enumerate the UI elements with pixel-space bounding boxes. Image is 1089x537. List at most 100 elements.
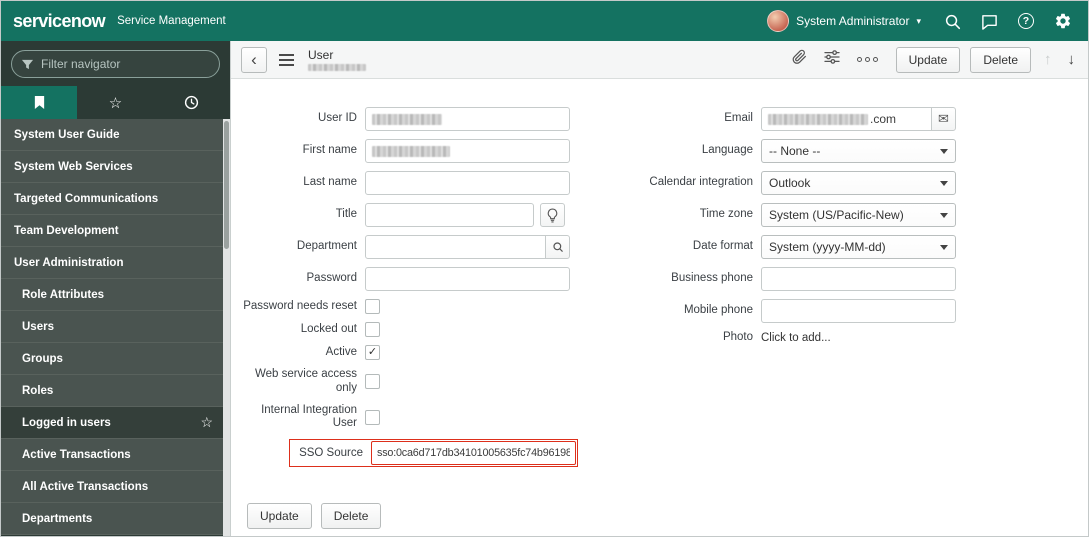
clock-icon (185, 95, 199, 110)
reference-lookup-button[interactable] (545, 235, 570, 259)
sidebar-item-system-user-guide[interactable]: System User Guide (1, 119, 223, 151)
language-select[interactable]: -- None -- (761, 139, 956, 163)
redacted-value (372, 145, 450, 157)
back-button[interactable]: ‹ (241, 46, 267, 73)
update-button[interactable]: Update (895, 46, 961, 73)
password-needs-reset-checkbox[interactable] (365, 299, 380, 314)
field-label-email: Email (724, 112, 753, 125)
web-service-access-only-checkbox[interactable] (365, 374, 380, 390)
tab-favorites[interactable]: ☆ (77, 86, 153, 119)
field-label-time-zone: Time zone (699, 208, 753, 221)
department-input[interactable] (365, 235, 546, 259)
redacted-value (372, 113, 442, 125)
footer-update-button[interactable]: Update (247, 503, 312, 529)
sidebar-item-label: Groups (22, 352, 63, 365)
sidebar-item-label: System User Guide (14, 128, 120, 141)
selected-value: System (yyyy-MM-dd) (769, 240, 886, 254)
chevron-left-icon: ‹ (251, 50, 257, 69)
envelope-icon: ✉ (938, 111, 949, 126)
last-name-input[interactable] (365, 171, 570, 195)
field-label-active: Active (325, 345, 357, 358)
navigator-menu: System User Guide System Web Services Ta… (1, 119, 223, 536)
selected-value: Outlook (769, 176, 811, 190)
form-toolbar: ‹ User Update Delete ↑ ↓ (231, 41, 1088, 79)
record-type-title: User (308, 47, 334, 62)
paperclip-icon[interactable] (792, 49, 807, 70)
redacted-record-name (308, 63, 366, 71)
top-banner: servicenow Service Management System Adm… (1, 1, 1088, 41)
sidebar-item-roles[interactable]: Roles (1, 375, 223, 407)
sidebar-item-label: All Active Transactions (22, 480, 149, 493)
help-icon[interactable]: ? (1017, 12, 1035, 30)
suggestion-button[interactable] (540, 203, 565, 227)
field-label-last-name: Last name (303, 176, 357, 189)
email-suffix: .com (870, 112, 897, 126)
field-label-password-needs-reset: Password needs reset (243, 299, 357, 312)
sidebar-item-label: Departments (22, 512, 93, 525)
sidebar-item-users[interactable]: Users (1, 311, 223, 343)
sso-source-input[interactable] (371, 441, 576, 466)
sidebar-item-groups[interactable]: Groups (1, 343, 223, 375)
title-input[interactable] (365, 203, 534, 227)
field-label-mobile-phone: Mobile phone (683, 304, 753, 317)
magnifier-icon (552, 242, 563, 252)
sidebar-scrollbar[interactable] (223, 119, 230, 536)
sidebar-item-label: Users (22, 320, 54, 333)
next-record-icon[interactable]: ↓ (1065, 51, 1079, 68)
product-title: Service Management (117, 15, 226, 27)
lightbulb-icon (547, 208, 558, 222)
filter-icon (21, 59, 34, 70)
sidebar-item-targeted-communications[interactable]: Targeted Communications (1, 183, 223, 215)
email-input[interactable]: .com (761, 107, 932, 131)
first-name-input[interactable] (365, 139, 570, 163)
date-format-select[interactable]: System (yyyy-MM-dd) (761, 235, 956, 259)
gear-icon[interactable] (1054, 12, 1072, 30)
password-input[interactable] (365, 267, 570, 291)
footer-delete-button[interactable]: Delete (320, 503, 382, 529)
sidebar-item-user-administration[interactable]: User Administration (1, 247, 223, 279)
locked-out-checkbox[interactable] (365, 322, 380, 337)
internal-integration-user-checkbox[interactable] (365, 409, 380, 425)
personalize-form-icon[interactable] (823, 50, 840, 69)
photo-add-link[interactable]: Click to add... (761, 332, 956, 344)
favorite-star-icon[interactable]: ☆ (200, 414, 213, 431)
field-label-password: Password (306, 272, 358, 285)
user-name: System Administrator (796, 14, 910, 28)
field-label-locked-out: Locked out (300, 322, 357, 335)
sidebar-scrollbar-thumb[interactable] (224, 121, 229, 249)
more-options-icon[interactable] (856, 57, 878, 62)
previous-record-icon[interactable]: ↑ (1041, 51, 1055, 68)
sidebar-item-role-attributes[interactable]: Role Attributes (1, 279, 223, 311)
sidebar-item-team-development[interactable]: Team Development (1, 215, 223, 247)
sidebar-item-label: Targeted Communications (14, 192, 159, 205)
sidebar-item-label: Role Attributes (22, 288, 104, 301)
tab-history[interactable] (154, 86, 230, 119)
sidebar-item-label: Logged in users (22, 416, 111, 429)
sidebar-item-label: System Web Services (14, 160, 133, 173)
time-zone-select[interactable]: System (US/Pacific-New) (761, 203, 956, 227)
application-navigator: ☆ System User Guide System Web Services … (1, 41, 230, 536)
user-menu[interactable]: System Administrator ▾ (767, 10, 921, 32)
sidebar-item-logged-in-users[interactable]: Logged in users ☆ (1, 407, 223, 439)
sidebar-item-all-active-transactions[interactable]: All Active Transactions (1, 471, 223, 503)
delete-button[interactable]: Delete (970, 46, 1031, 73)
context-menu-icon[interactable] (277, 50, 296, 70)
chat-icon[interactable] (980, 12, 998, 30)
search-icon[interactable] (943, 12, 961, 30)
field-label-photo: Photo (722, 331, 753, 343)
active-checkbox[interactable]: ✓ (365, 345, 380, 360)
avatar[interactable] (767, 10, 790, 32)
user-id-input[interactable] (365, 107, 570, 131)
sidebar-item-label: User Administration (14, 256, 124, 269)
tab-all-applications[interactable] (1, 86, 78, 119)
filter-navigator-input[interactable] (11, 50, 220, 78)
sidebar-item-system-web-services[interactable]: System Web Services (1, 151, 223, 183)
send-email-button[interactable]: ✉ (931, 107, 956, 131)
business-phone-input[interactable] (761, 267, 956, 291)
mobile-phone-input[interactable] (761, 299, 956, 323)
calendar-integration-select[interactable]: Outlook (761, 171, 956, 195)
sidebar-item-active-transactions[interactable]: Active Transactions (1, 439, 223, 471)
sidebar-item-departments[interactable]: Departments (1, 503, 223, 535)
user-form: User ID First name Last name Title Depar… (231, 79, 1088, 536)
sidebar-item-label: Roles (22, 384, 54, 397)
